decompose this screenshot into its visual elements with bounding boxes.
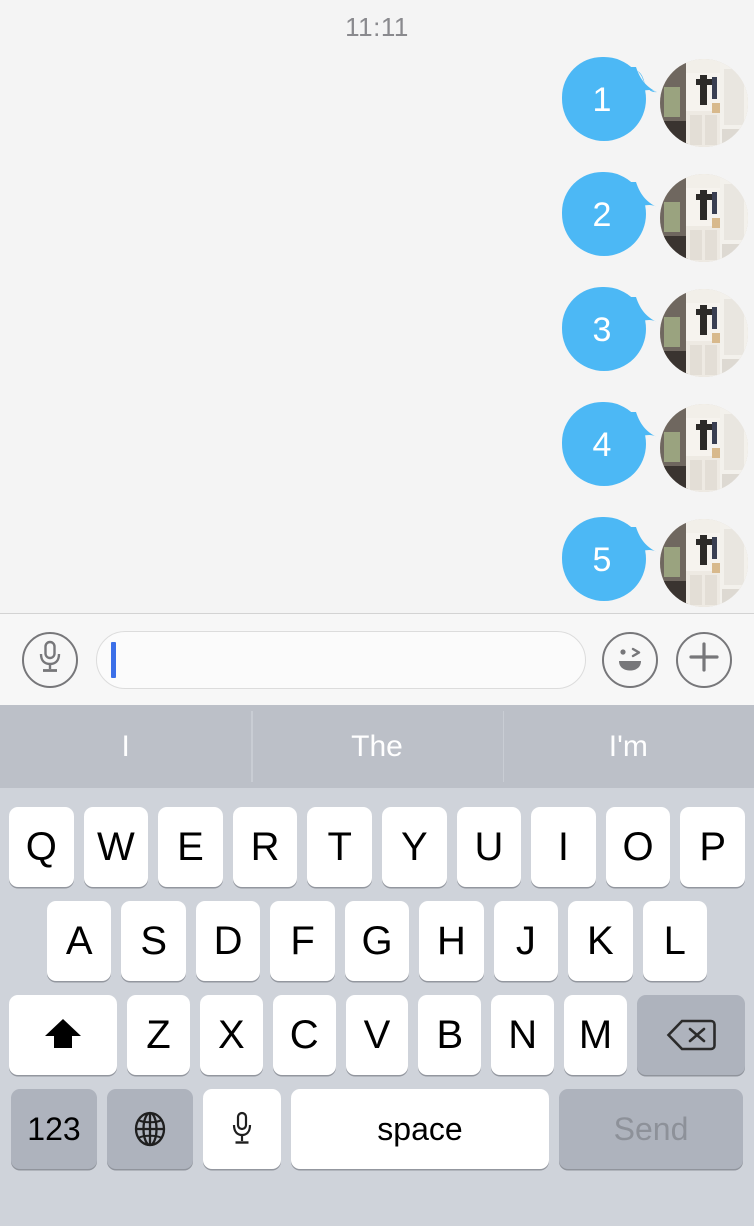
messages-app-screen: 11:11 1 2 3 4 5 I The I'm Q W E R T Y U … (0, 0, 754, 1226)
message-bubble[interactable]: 1 (562, 57, 657, 149)
plus-icon (688, 641, 720, 678)
conversation-timestamp: 11:11 (345, 12, 409, 42)
key-i[interactable]: I (531, 807, 596, 887)
message-row[interactable]: 3 (0, 287, 754, 402)
message-bubble[interactable]: 4 (562, 402, 657, 494)
keyboard-row-1: Q W E R T Y U I O P (0, 800, 754, 894)
key-n[interactable]: N (491, 995, 555, 1075)
key-c[interactable]: C (272, 995, 336, 1075)
microphone-icon (37, 640, 63, 679)
keyboard-row-4: 123 space Send (0, 1082, 754, 1176)
numbers-key[interactable]: 123 (11, 1089, 97, 1169)
key-q[interactable]: Q (9, 807, 74, 887)
key-k[interactable]: K (568, 901, 633, 981)
message-text: 4 (592, 426, 612, 464)
predictive-text-bar: I The I'm (0, 705, 754, 788)
key-x[interactable]: X (199, 995, 263, 1075)
key-f[interactable]: F (270, 901, 335, 981)
key-z[interactable]: Z (127, 995, 190, 1075)
key-t[interactable]: T (307, 807, 372, 887)
key-o[interactable]: O (605, 807, 671, 887)
message-text: 2 (592, 196, 612, 234)
message-text: 5 (592, 541, 612, 579)
key-m[interactable]: M (564, 995, 628, 1075)
key-b[interactable]: B (418, 995, 482, 1075)
key-e[interactable]: E (158, 807, 223, 887)
key-u[interactable]: U (456, 807, 522, 887)
conversation-area[interactable]: 11:11 1 2 3 4 5 (0, 0, 754, 613)
shift-key[interactable] (9, 995, 117, 1075)
microphone-icon (230, 1111, 254, 1147)
keyboard-row-2: A S D F G H J K L (0, 894, 754, 988)
bubble-tail-icon (628, 412, 658, 446)
key-s[interactable]: S (121, 901, 186, 981)
winking-face-icon (612, 642, 648, 677)
message-row[interactable]: 5 (0, 517, 754, 613)
message-bubble[interactable]: 2 (562, 172, 657, 264)
message-input-bar (0, 613, 754, 705)
message-row[interactable]: 2 (0, 172, 754, 287)
message-row[interactable]: 4 (0, 402, 754, 517)
shift-arrow-icon (41, 1014, 85, 1056)
suggestion-item[interactable]: The (251, 705, 502, 788)
key-d[interactable]: D (195, 901, 261, 981)
key-l[interactable]: L (642, 901, 707, 981)
key-g[interactable]: G (344, 901, 410, 981)
key-y[interactable]: Y (382, 807, 447, 887)
next-keyboard-key[interactable] (107, 1089, 193, 1169)
avatar[interactable] (660, 174, 748, 262)
delete-key[interactable] (637, 995, 746, 1075)
key-h[interactable]: H (419, 901, 484, 981)
key-w[interactable]: W (83, 807, 149, 887)
message-text: 1 (592, 81, 612, 119)
message-row[interactable]: 1 (0, 57, 754, 172)
keyboard-row-3: Z X C V B N M (0, 988, 754, 1082)
message-text: 3 (592, 311, 612, 349)
bubble-tail-icon (628, 182, 658, 216)
backspace-icon (666, 1018, 716, 1052)
avatar[interactable] (660, 59, 748, 147)
key-a[interactable]: A (47, 901, 112, 981)
avatar[interactable] (660, 404, 748, 492)
bubble-tail-icon (628, 297, 658, 331)
avatar[interactable] (660, 519, 748, 607)
text-cursor (111, 641, 116, 678)
message-list: 1 2 3 4 5 (0, 57, 754, 613)
on-screen-keyboard: Q W E R T Y U I O P A S D F G H J K L Z … (0, 788, 754, 1226)
avatar[interactable] (660, 289, 748, 377)
suggestion-item[interactable]: I'm (502, 705, 754, 788)
dictation-key[interactable] (203, 1089, 281, 1169)
key-r[interactable]: R (232, 807, 298, 887)
message-bubble[interactable]: 3 (562, 287, 657, 379)
key-p[interactable]: P (680, 807, 745, 887)
globe-icon (131, 1110, 169, 1148)
message-bubble[interactable]: 5 (562, 517, 657, 609)
suggestion-item[interactable]: I (0, 705, 251, 788)
app-drawer-button[interactable] (676, 631, 732, 688)
bubble-tail-icon (628, 527, 658, 561)
send-key[interactable]: Send (559, 1089, 743, 1169)
space-key[interactable]: space (291, 1089, 549, 1169)
message-text-field[interactable] (96, 630, 586, 689)
voice-message-button[interactable] (22, 631, 78, 688)
key-j[interactable]: J (493, 901, 559, 981)
bubble-tail-icon (628, 67, 658, 101)
emoji-sticker-button[interactable] (602, 631, 658, 688)
key-v[interactable]: V (345, 995, 409, 1075)
